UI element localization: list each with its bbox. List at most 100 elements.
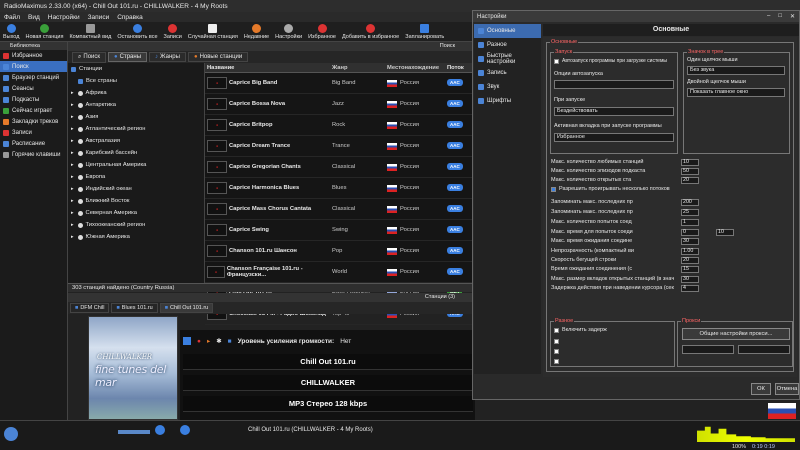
- tree-item[interactable]: ▸ Центральная Америка: [68, 159, 204, 171]
- stop-status-icon[interactable]: [180, 425, 190, 435]
- tree-item[interactable]: ▸ Африка: [68, 87, 204, 99]
- menu-file[interactable]: Файл: [4, 14, 20, 21]
- multi-stream-checkbox[interactable]: [551, 187, 556, 192]
- sidebar-item-sessions[interactable]: Сеансы: [0, 83, 67, 94]
- expand-icon[interactable]: ▸: [71, 162, 74, 168]
- table-row[interactable]: ● Chanson 101.ru Шансон Pop Россия AAC: [205, 241, 475, 262]
- table-row[interactable]: ● Caprice Big Band Big Band Россия AAC: [205, 73, 475, 94]
- expand-icon[interactable]: ▸: [71, 210, 74, 216]
- tree-item[interactable]: ▸ Карибский бассейн: [68, 147, 204, 159]
- sidebar-item-schedule[interactable]: Расписание: [0, 138, 67, 149]
- sidebar-item-search[interactable]: Поиск: [0, 61, 67, 72]
- table-row[interactable]: ● Caprice Britpop Rock Россия AAC: [205, 115, 475, 136]
- tree-item[interactable]: ▸ Северная Америка: [68, 207, 204, 219]
- setting-value-field[interactable]: 15: [681, 266, 699, 273]
- tree-item[interactable]: ▸ Тихоокеанский регион: [68, 219, 204, 231]
- table-row[interactable]: ● Caprice Gregorian Chants Classical Росс…: [205, 157, 475, 178]
- compact-view-button[interactable]: Компактный вид: [66, 22, 114, 42]
- table-row[interactable]: ● Caprice Dream Trance Trance Россия AAC: [205, 136, 475, 157]
- setting-value-field[interactable]: 10: [681, 159, 699, 166]
- misc-checkbox-2[interactable]: [554, 339, 559, 344]
- sidebar-item-heart[interactable]: Избранное: [0, 50, 67, 61]
- sidebar-item-browser[interactable]: Браузер станций: [0, 72, 67, 83]
- tree-item[interactable]: ▸ Атлантический регион: [68, 123, 204, 135]
- setting-value-field[interactable]: 30: [681, 276, 699, 283]
- tree-item[interactable]: ▸ Антарктика: [68, 99, 204, 111]
- setting-value-field[interactable]: 200: [681, 199, 699, 206]
- misc-checkbox-3[interactable]: [554, 349, 559, 354]
- table-row[interactable]: ● Caprice Mass Chorus Cantata Classical Р…: [205, 199, 475, 220]
- table-row[interactable]: ● Chanson Française 101.ru - Французски..…: [205, 262, 475, 283]
- menu-view[interactable]: Вид: [28, 14, 40, 21]
- sidebar-item-record[interactable]: Записи: [0, 127, 67, 138]
- col-genre[interactable]: Жанр: [330, 65, 385, 71]
- expand-icon[interactable]: ▸: [71, 150, 74, 156]
- expand-icon[interactable]: ▸: [71, 198, 74, 204]
- settings-small-icon[interactable]: ✱: [216, 337, 221, 345]
- settings-nav-sound[interactable]: Звук: [474, 80, 541, 94]
- proxy-settings-button[interactable]: Общие настройки прокси...: [682, 328, 790, 340]
- stop-all-button[interactable]: Остановить все: [114, 22, 160, 42]
- sidebar-item-bookmark[interactable]: Закладки треков: [0, 116, 67, 127]
- single-click-select[interactable]: Без звука: [687, 66, 785, 75]
- setting-value-field[interactable]: 20: [681, 257, 699, 264]
- expand-icon[interactable]: ▸: [71, 138, 74, 144]
- setting-value-field[interactable]: 0: [681, 229, 699, 236]
- tree-item[interactable]: ▸ Ближний Восток: [68, 195, 204, 207]
- table-row[interactable]: ● Caprice Harmonica Blues Blues Россия AA…: [205, 178, 475, 199]
- setting-value-field[interactable]: 20: [681, 177, 699, 184]
- tree-item[interactable]: ▸ Южная Америка: [68, 231, 204, 243]
- autorun-options-select[interactable]: [554, 80, 674, 89]
- tree-item[interactable]: ▸ Европа: [68, 171, 204, 183]
- table-row[interactable]: ● Caprice Bossa Nova Jazz Россия AAC: [205, 94, 475, 115]
- ok-button[interactable]: ОК: [751, 383, 771, 395]
- tree-item[interactable]: ▸ Азия: [68, 111, 204, 123]
- volume-slider[interactable]: [118, 430, 150, 434]
- records-button[interactable]: Записи: [161, 22, 185, 42]
- setting-value-field[interactable]: 4: [681, 285, 699, 292]
- tree-item[interactable]: ▸ Индийский океан: [68, 183, 204, 195]
- expand-icon[interactable]: ▸: [71, 186, 74, 192]
- active-tab-select[interactable]: Избранное: [554, 133, 674, 142]
- on-start-select[interactable]: Бездействовать: [554, 107, 674, 116]
- player-tab-chillout[interactable]: ■ Chill Out 101.ru: [159, 303, 214, 313]
- delay-checkbox[interactable]: [554, 328, 559, 333]
- minimize-icon[interactable]: –: [767, 13, 770, 20]
- setting-value-field-extra[interactable]: 10: [716, 229, 734, 236]
- tab-countries[interactable]: ● Страны: [108, 52, 148, 62]
- expand-icon[interactable]: ▸: [71, 90, 74, 96]
- double-click-select[interactable]: Показать главное окно: [687, 88, 785, 97]
- maximize-icon[interactable]: □: [778, 13, 782, 20]
- tree-item[interactable]: ▸ Австралазия: [68, 135, 204, 147]
- setting-value-field[interactable]: 1.00: [681, 248, 699, 255]
- record-button[interactable]: ●: [197, 338, 201, 345]
- cancel-button[interactable]: Отмена: [775, 383, 799, 395]
- volume-icon[interactable]: [155, 425, 165, 435]
- col-stream[interactable]: Поток: [445, 65, 475, 71]
- expand-icon[interactable]: ▸: [71, 222, 74, 228]
- close-icon[interactable]: ✕: [790, 13, 795, 20]
- settings-nav-general[interactable]: Основные: [474, 24, 541, 38]
- exit-button[interactable]: Выход: [0, 22, 22, 42]
- proxy-field-2[interactable]: [738, 345, 790, 354]
- random-station-button[interactable]: Случайная станция: [185, 22, 241, 42]
- autorun-checkbox[interactable]: [554, 59, 559, 64]
- settings-button[interactable]: Настройки: [272, 22, 305, 42]
- tree-item[interactable]: Станции: [68, 63, 204, 75]
- menu-records[interactable]: Записи: [88, 14, 110, 21]
- setting-value-field[interactable]: 25: [681, 209, 699, 216]
- setting-value-field[interactable]: 30: [681, 238, 699, 245]
- schedule-button[interactable]: Запланировать: [402, 22, 447, 42]
- tab-genres[interactable]: ♪ Жанры: [149, 52, 186, 62]
- bookmark-icon[interactable]: ▸: [207, 337, 210, 345]
- menu-help[interactable]: Справка: [117, 14, 143, 21]
- recent-button[interactable]: Недавние: [241, 22, 272, 42]
- settings-nav-quick-settings[interactable]: Быстрые настройки: [474, 52, 541, 66]
- favorites-button[interactable]: Избранное: [305, 22, 339, 42]
- player-tab-dfm[interactable]: ■ DFM Chill: [70, 303, 110, 313]
- menu-settings[interactable]: Настройки: [48, 14, 80, 21]
- misc-checkbox-4[interactable]: [554, 359, 559, 364]
- expand-icon[interactable]: ▸: [71, 126, 74, 132]
- settings-nav-recording[interactable]: Запись: [474, 66, 541, 80]
- col-name[interactable]: Название: [205, 65, 330, 71]
